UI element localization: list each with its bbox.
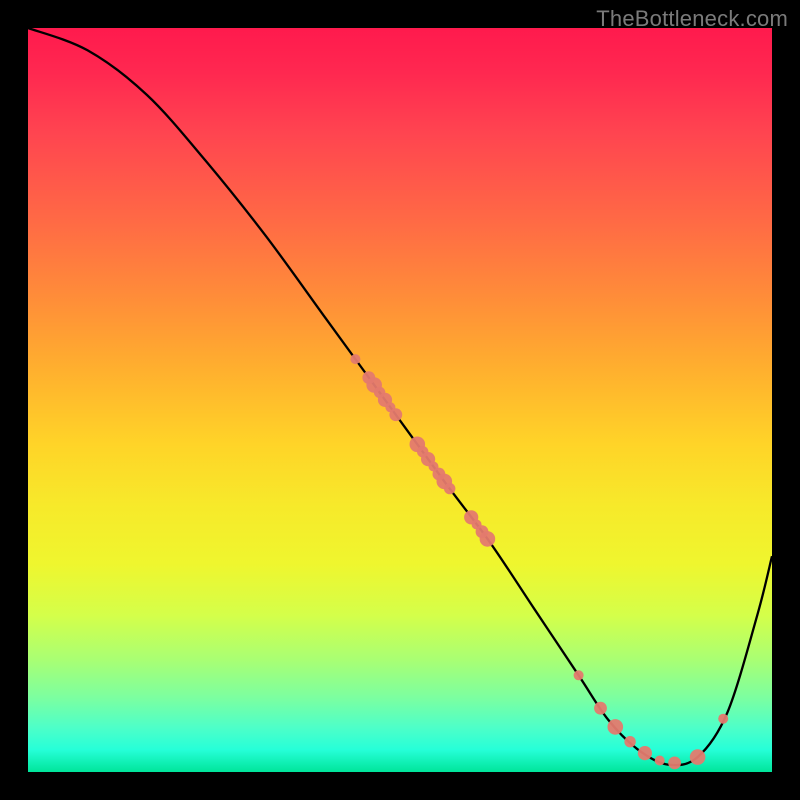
watermark-text: TheBottleneck.com (596, 6, 788, 32)
data-marker (594, 702, 607, 715)
marker-group (350, 354, 728, 769)
chart-svg (28, 28, 772, 772)
data-marker (655, 756, 665, 766)
data-marker (668, 757, 681, 770)
data-marker (444, 483, 455, 494)
bottleneck-curve-path (28, 28, 772, 765)
data-marker (350, 354, 360, 364)
data-marker (608, 719, 624, 735)
data-marker (718, 714, 728, 724)
data-marker (389, 408, 402, 421)
data-marker (690, 749, 706, 765)
chart-plot-area (28, 28, 772, 772)
data-marker (574, 670, 584, 680)
data-marker (480, 531, 496, 547)
data-marker (638, 746, 652, 760)
data-marker (624, 736, 635, 747)
